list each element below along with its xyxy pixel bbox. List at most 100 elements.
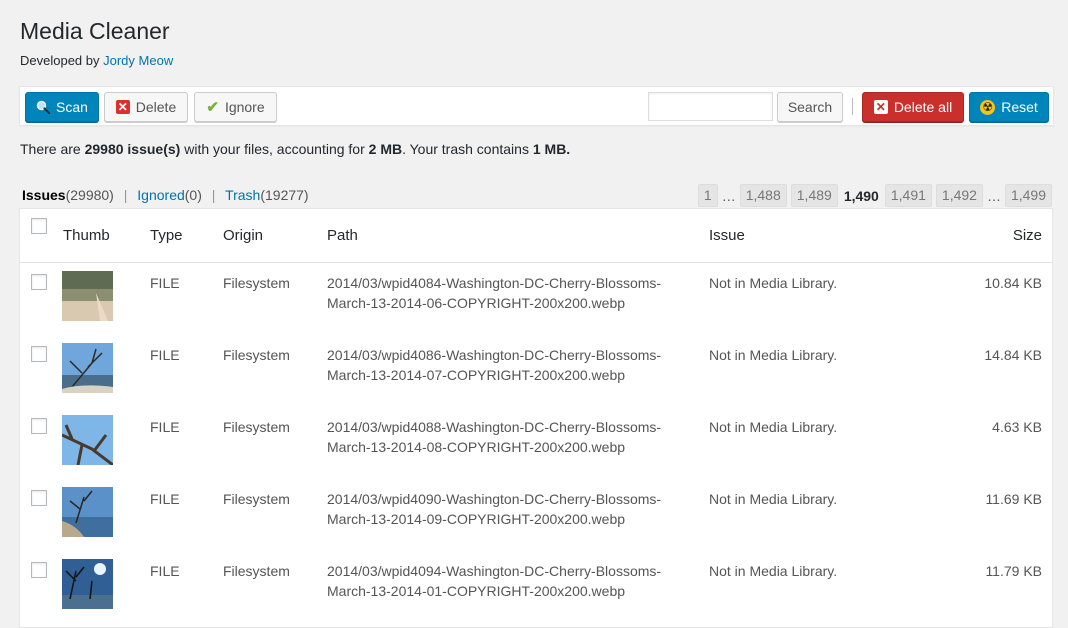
radiation-icon: ☢ [980, 99, 996, 115]
page-link[interactable]: 1,489 [790, 184, 838, 207]
author-link[interactable]: Jordy Meow [103, 53, 173, 68]
column-header-path[interactable]: Path [327, 227, 358, 244]
row-checkbox[interactable] [31, 490, 47, 506]
row-size: 11.69 KB [985, 491, 1042, 507]
summary-trash-size: 1 MB. [532, 141, 571, 157]
row-checkbox[interactable] [31, 418, 47, 434]
filter-separator: | [211, 187, 216, 203]
check-icon: ✔ [206, 99, 219, 116]
select-all-checkbox[interactable] [31, 218, 47, 234]
page-ellipsis: … [986, 187, 1001, 204]
thumbnail[interactable] [62, 271, 113, 321]
page-link[interactable]: 1,492 [935, 184, 983, 207]
table-row: FILE Filesystem 2014/03/wpid4094-Washing… [20, 550, 1052, 622]
row-type: FILE [150, 491, 180, 507]
filter-ignored[interactable]: Ignored [137, 187, 184, 203]
row-path-line2: March-13-2014-06-COPYRIGHT-200x200.webp [327, 295, 626, 311]
row-origin: Filesystem [223, 275, 290, 291]
toolbar-divider [852, 98, 853, 115]
row-path: 2014/03/wpid4084-Washington-DC-Cherry-Bl… [327, 273, 661, 313]
column-header-thumb[interactable]: Thumb [63, 227, 110, 244]
row-type: FILE [150, 347, 180, 363]
row-checkbox[interactable] [31, 562, 47, 578]
row-path-line2: March-13-2014-08-COPYRIGHT-200x200.webp [327, 439, 626, 455]
page-link[interactable]: 1,488 [739, 184, 787, 207]
row-origin: Filesystem [223, 419, 290, 435]
summary-text: There are 29980 issue(s) with your files… [20, 141, 570, 157]
thumbnail[interactable] [62, 415, 113, 465]
table-row: FILE Filesystem 2014/03/wpid4086-Washing… [20, 334, 1052, 406]
byline: Developed by Jordy Meow [20, 53, 173, 68]
table-row: FILE Filesystem 2014/03/wpid4088-Washing… [20, 406, 1052, 478]
row-path: 2014/03/wpid4086-Washington-DC-Cherry-Bl… [327, 345, 661, 385]
page-ellipsis: … [721, 187, 736, 204]
row-path-line1: 2014/03/wpid4084-Washington-DC-Cherry-Bl… [327, 275, 662, 291]
delete-all-button[interactable]: ✕ Delete all [862, 92, 964, 122]
row-size: 4.63 KB [992, 419, 1042, 435]
row-size: 10.84 KB [984, 275, 1042, 291]
row-path-line2: March-13-2014-09-COPYRIGHT-200x200.webp [327, 511, 626, 527]
row-path-line1: 2014/03/wpid4094-Washington-DC-Cherry-Bl… [327, 563, 662, 579]
thumbnail[interactable] [62, 487, 113, 537]
row-origin: Filesystem [223, 563, 290, 579]
row-issue: Not in Media Library. [709, 275, 838, 291]
delete-button[interactable]: ✕ Delete [104, 92, 188, 122]
row-issue: Not in Media Library. [709, 347, 838, 363]
row-path-line2: March-13-2014-07-COPYRIGHT-200x200.webp [327, 367, 626, 383]
row-path: 2014/03/wpid4090-Washington-DC-Cherry-Bl… [327, 489, 661, 529]
row-issue: Not in Media Library. [709, 563, 838, 579]
table-row: FILE Filesystem 2014/03/wpid4084-Washing… [20, 262, 1052, 334]
thumbnail[interactable] [62, 559, 113, 609]
summary-trash-text: . Your trash contains [402, 141, 529, 157]
x-icon: ✕ [115, 100, 130, 114]
page-last[interactable]: 1,499 [1004, 184, 1052, 207]
search-icon [36, 100, 51, 114]
page-link[interactable]: 1,491 [884, 184, 932, 207]
row-origin: Filesystem [223, 491, 290, 507]
row-type: FILE [150, 563, 180, 579]
search-button[interactable]: Search [777, 92, 843, 122]
row-checkbox[interactable] [31, 346, 47, 362]
column-header-origin[interactable]: Origin [223, 227, 263, 244]
pagination: 1 … 1,488 1,489 1,490 1,491 1,492 … 1,49… [697, 184, 1052, 207]
filter-separator: | [123, 187, 128, 203]
filter-issues-count: (29980) [65, 187, 114, 203]
page-current: 1,490 [843, 187, 879, 204]
row-path-line2: March-13-2014-01-COPYRIGHT-200x200.webp [327, 583, 626, 599]
summary-middle: with your files, accounting for [184, 141, 365, 157]
reset-label: Reset [1001, 99, 1038, 115]
scan-button[interactable]: Scan [25, 92, 99, 122]
row-path-line1: 2014/03/wpid4088-Washington-DC-Cherry-Bl… [327, 419, 662, 435]
scan-label: Scan [56, 99, 88, 115]
ignore-button[interactable]: ✔ Ignore [194, 92, 277, 122]
column-header-issue[interactable]: Issue [709, 227, 745, 244]
delete-all-label: Delete all [893, 99, 953, 115]
summary-prefix: There are [20, 141, 81, 157]
filter-trash[interactable]: Trash [225, 187, 260, 203]
reset-button[interactable]: ☢ Reset [969, 92, 1049, 122]
row-path-line1: 2014/03/wpid4090-Washington-DC-Cherry-Bl… [327, 491, 662, 507]
page-title: Media Cleaner [20, 18, 170, 44]
filter-trash-count: (19277) [260, 187, 309, 203]
table-row: FILE Filesystem 2014/03/wpid4090-Washing… [20, 478, 1052, 550]
row-issue: Not in Media Library. [709, 491, 838, 507]
column-header-type[interactable]: Type [150, 227, 183, 244]
page-first[interactable]: 1 [697, 184, 718, 207]
row-size: 11.79 KB [985, 563, 1042, 579]
filter-links: Issues(29980) | Ignored(0) | Trash(19277… [22, 187, 309, 203]
delete-label: Delete [135, 99, 177, 115]
row-path: 2014/03/wpid4094-Washington-DC-Cherry-Bl… [327, 561, 661, 601]
table-header: Thumb Type Origin Path Issue Size [20, 209, 1052, 263]
row-path: 2014/03/wpid4088-Washington-DC-Cherry-Bl… [327, 417, 661, 457]
thumbnail[interactable] [62, 343, 113, 393]
row-type: FILE [150, 419, 180, 435]
toolbar: Scan ✕ Delete ✔ Ignore Search ✕ Delete a… [19, 86, 1054, 126]
column-header-size[interactable]: Size [1013, 227, 1042, 244]
search-input[interactable] [648, 92, 773, 121]
row-checkbox[interactable] [31, 274, 47, 290]
row-type: FILE [150, 275, 180, 291]
filter-issues[interactable]: Issues [22, 187, 66, 203]
summary-size: 2 MB [368, 141, 403, 157]
row-path-line1: 2014/03/wpid4086-Washington-DC-Cherry-Bl… [327, 347, 662, 363]
row-issue: Not in Media Library. [709, 419, 838, 435]
